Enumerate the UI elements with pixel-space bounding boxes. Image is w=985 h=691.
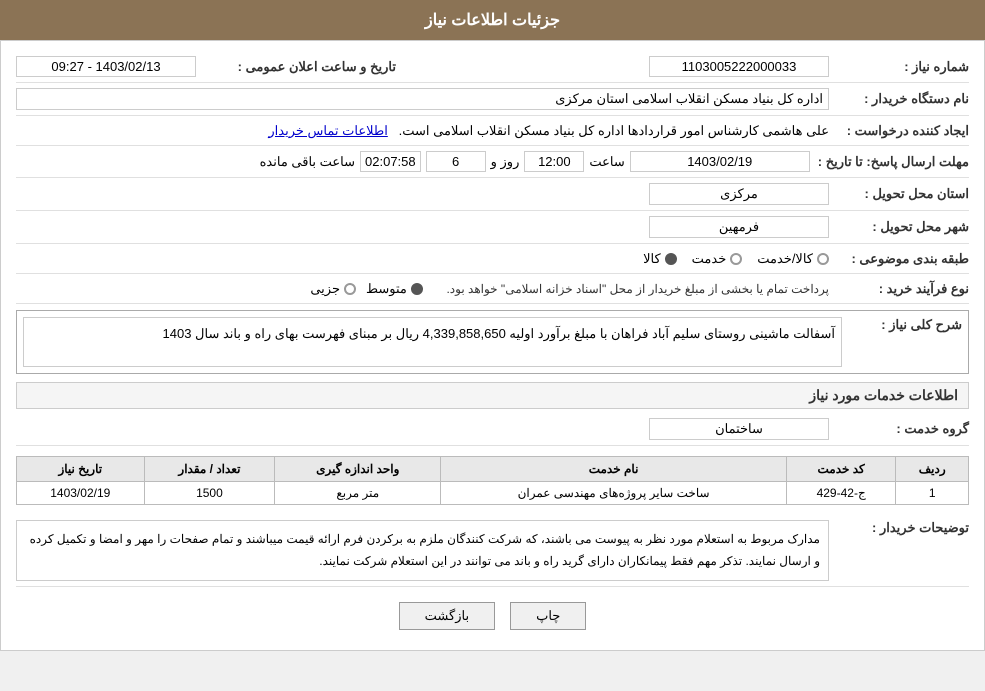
category-option-kala[interactable]: کالا	[643, 251, 677, 267]
buyer-notes-container: مدارک مربوط به استعلام مورد نظر به پیوست…	[16, 520, 829, 581]
buyer-notes-row: توضیحات خریدار : مدارک مربوط به استعلام …	[16, 515, 969, 587]
service-group-value-container: ساختمان	[16, 418, 829, 440]
deadline-remaining: 02:07:58	[360, 151, 421, 172]
category-radio-kala	[665, 253, 677, 265]
main-content: شماره نیاز : 1103005222000033 تاریخ و سا…	[0, 40, 985, 651]
province-value: مرکزی	[649, 183, 829, 205]
process-type-option-jozei[interactable]: جزیی	[310, 281, 356, 297]
need-description-row: شرح کلی نیاز : آسفالت ماشینی روستای سلیم…	[16, 310, 969, 374]
category-option-khedmat[interactable]: خدمت	[692, 251, 743, 267]
deadline-row: مهلت ارسال پاسخ: تا تاریخ : 1403/02/19 س…	[16, 146, 969, 178]
process-label-jozei: جزیی	[310, 281, 340, 297]
services-table: ردیف کد خدمت نام خدمت واحد اندازه گیری ت…	[16, 456, 969, 505]
print-button[interactable]: چاپ	[510, 602, 586, 630]
city-row: شهر محل تحویل : فرمهین	[16, 211, 969, 244]
city-value-container: فرمهین	[16, 216, 829, 238]
buyer-org-value-container: اداره کل بنیاد مسکن انقلاب اسلامی استان …	[16, 88, 829, 110]
buyer-notes-label: توضیحات خریدار :	[829, 520, 969, 536]
process-radio-jozei	[344, 283, 356, 295]
province-value-container: مرکزی	[16, 183, 829, 205]
deadline-day-label: روز و	[491, 154, 520, 170]
services-section-title: اطلاعات خدمات مورد نیاز	[16, 382, 969, 409]
need-description-label: شرح کلی نیاز :	[842, 317, 962, 333]
city-label: شهر محل تحویل :	[829, 219, 969, 235]
province-label: استان محل تحویل :	[829, 186, 969, 202]
requester-value: علی هاشمی کارشناس امور قراردادها اداره ک…	[399, 123, 829, 138]
process-type-option-motavaset[interactable]: متوسط	[366, 281, 423, 297]
need-number-value: 1103005222000033	[649, 56, 829, 77]
back-button[interactable]: بازگشت	[399, 602, 495, 630]
process-radio-motavaset	[411, 283, 423, 295]
cell-service-name: ساخت سایر پروژه‌های مهندسی عمران	[441, 482, 787, 505]
need-number-row: شماره نیاز : 1103005222000033 تاریخ و سا…	[16, 51, 969, 83]
category-option-kala-khedmat[interactable]: کالا/خدمت	[757, 251, 829, 267]
city-value: فرمهین	[649, 216, 829, 238]
process-type-label: نوع فرآیند خرید :	[829, 281, 969, 297]
button-row: بازگشت چاپ	[16, 602, 969, 630]
announcement-date-value: 1403/02/13 - 09:27	[16, 56, 196, 77]
requester-link[interactable]: اطلاعات تماس خریدار	[268, 123, 387, 138]
deadline-time-label: ساعت	[589, 154, 624, 170]
col-quantity: تعداد / مقدار	[144, 457, 275, 482]
category-label-kala-khedmat: کالا/خدمت	[757, 251, 813, 267]
cell-row-num: 1	[896, 482, 969, 505]
buyer-org-row: نام دستگاه خریدار : اداره کل بنیاد مسکن …	[16, 83, 969, 116]
buyer-org-label: نام دستگاه خریدار :	[829, 91, 969, 107]
table-header-row: ردیف کد خدمت نام خدمت واحد اندازه گیری ت…	[17, 457, 969, 482]
process-type-row: نوع فرآیند خرید : پرداخت تمام یا بخشی از…	[16, 274, 969, 304]
cell-quantity: 1500	[144, 482, 275, 505]
col-row-num: ردیف	[896, 457, 969, 482]
announcement-date-container: 1403/02/13 - 09:27	[16, 56, 196, 77]
category-label-kala: کالا	[643, 251, 661, 267]
announcement-date-label: تاریخ و ساعت اعلان عمومی :	[196, 59, 396, 75]
process-label-motavaset: متوسط	[366, 281, 407, 297]
deadline-label: مهلت ارسال پاسخ: تا تاریخ :	[810, 154, 969, 170]
page-title: جزئیات اطلاعات نیاز	[425, 12, 560, 29]
need-description-container: آسفالت ماشینی روستای سلیم آباد فراهان با…	[23, 317, 842, 367]
col-date: تاریخ نیاز	[17, 457, 145, 482]
table-row: 1 ج-42-429 ساخت سایر پروژه‌های مهندسی عم…	[17, 482, 969, 505]
deadline-time: 12:00	[524, 151, 584, 172]
service-group-value: ساختمان	[649, 418, 829, 440]
page-container: جزئیات اطلاعات نیاز شماره نیاز : 1103005…	[0, 0, 985, 651]
page-header: جزئیات اطلاعات نیاز	[0, 0, 985, 40]
col-service-name: نام خدمت	[441, 457, 787, 482]
category-options: کالا/خدمت خدمت کالا	[16, 251, 829, 267]
deadline-values: 1403/02/19 ساعت 12:00 روز و 6 02:07:58 س…	[16, 151, 810, 172]
buyer-notes-value: مدارک مربوط به استعلام مورد نظر به پیوست…	[16, 520, 829, 581]
buyer-org-value: اداره کل بنیاد مسکن انقلاب اسلامی استان …	[16, 88, 829, 110]
deadline-day: 6	[426, 151, 486, 172]
requester-row: ایجاد کننده درخواست : علی هاشمی کارشناس …	[16, 116, 969, 146]
cell-service-code: ج-42-429	[786, 482, 895, 505]
cell-date: 1403/02/19	[17, 482, 145, 505]
cell-unit: متر مربع	[275, 482, 441, 505]
need-number-label: شماره نیاز :	[829, 59, 969, 75]
province-row: استان محل تحویل : مرکزی	[16, 178, 969, 211]
deadline-date: 1403/02/19	[630, 151, 810, 172]
need-description-value: آسفالت ماشینی روستای سلیم آباد فراهان با…	[23, 317, 842, 367]
process-type-container: پرداخت تمام یا بخشی از مبلغ خریدار از مح…	[16, 281, 829, 297]
deadline-remaining-label: ساعت باقی مانده	[260, 154, 355, 170]
requester-value-container: علی هاشمی کارشناس امور قراردادها اداره ک…	[16, 123, 829, 139]
requester-label: ایجاد کننده درخواست :	[829, 123, 969, 139]
process-type-note: پرداخت تمام یا بخشی از مبلغ خریدار از مح…	[446, 282, 829, 296]
service-group-row: گروه خدمت : ساختمان	[16, 413, 969, 446]
category-row: طبقه بندی موضوعی : کالا/خدمت خدمت کالا	[16, 244, 969, 274]
category-label: طبقه بندی موضوعی :	[829, 251, 969, 267]
category-radio-khedmat	[730, 253, 742, 265]
need-number-value-container: 1103005222000033	[396, 56, 829, 77]
services-table-section: ردیف کد خدمت نام خدمت واحد اندازه گیری ت…	[16, 456, 969, 505]
category-label-khedmat: خدمت	[692, 251, 727, 267]
category-radio-kala-khedmat	[817, 253, 829, 265]
col-unit: واحد اندازه گیری	[275, 457, 441, 482]
service-group-label: گروه خدمت :	[829, 421, 969, 437]
col-service-code: کد خدمت	[786, 457, 895, 482]
